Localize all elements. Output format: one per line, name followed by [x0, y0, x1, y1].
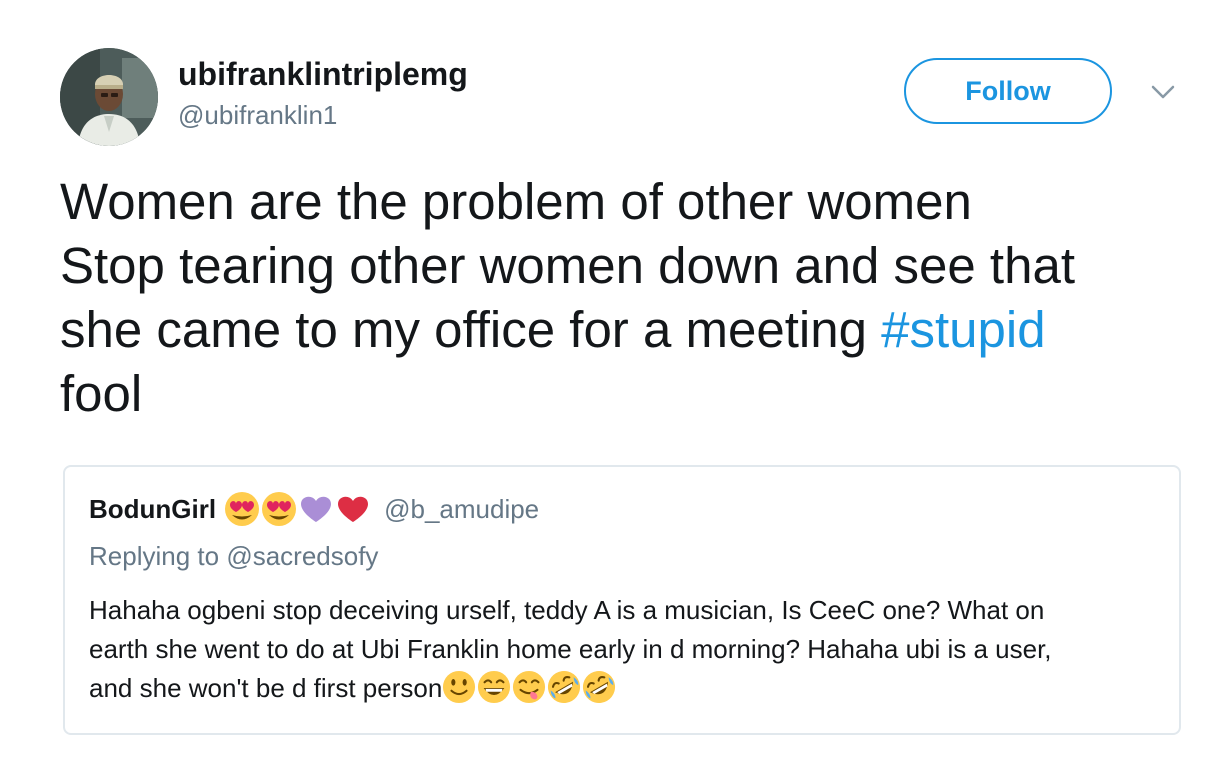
tweet-text-line: fool [60, 365, 143, 422]
profile-photo-icon [60, 48, 158, 146]
tweet-text: Women are the problem of other women Sto… [60, 170, 1200, 426]
quoted-body-line: Hahaha ogbeni stop deceiving urself, ted… [89, 595, 1045, 625]
purple-heart-icon [301, 496, 332, 522]
replying-to: Replying to @sacredsofy [89, 541, 378, 572]
name-emojis [224, 491, 372, 527]
chevron-down-icon[interactable] [1148, 80, 1178, 104]
quoted-tweet-card[interactable]: BodunGirl @b_amudipe Replying to @sacred… [63, 465, 1181, 735]
slightly-smiling-emoji-icon [443, 670, 476, 704]
body-emojis [442, 670, 617, 704]
yum-emoji-icon [513, 670, 546, 704]
tweet-text-line: Women are the problem of other women [60, 173, 972, 230]
avatar[interactable] [60, 48, 158, 146]
red-heart-icon [338, 496, 369, 522]
replying-to-mention[interactable]: @sacredsofy [226, 541, 378, 571]
quoted-author-handle[interactable]: @b_amudipe [384, 494, 539, 525]
quoted-body-line: earth she went to do at Ubi Franklin hom… [89, 634, 1052, 664]
quoted-body-line: and she won't be d first person [89, 669, 1159, 708]
heart-eyes-emoji-icon [262, 492, 297, 526]
follow-button[interactable]: Follow [904, 58, 1112, 124]
rofl-emoji-icon [583, 670, 616, 704]
hashtag-link[interactable]: #stupid [881, 301, 1045, 358]
quoted-body-fragment: and she won't be d first person [89, 673, 443, 703]
replying-to-label: Replying to [89, 541, 227, 571]
tweet-text-fragment: she came to my office for a meeting [60, 301, 882, 358]
author-display-name[interactable]: ubifranklintriplemg [178, 56, 468, 93]
heart-eyes-emoji-icon [225, 492, 260, 526]
grinning-squinting-emoji-icon [478, 670, 511, 704]
author-handle[interactable]: @ubifranklin1 [178, 100, 337, 131]
rofl-emoji-icon [548, 670, 581, 704]
quoted-tweet-body: Hahaha ogbeni stop deceiving urself, ted… [89, 591, 1159, 708]
tweet-text-line: Stop tearing other women down and see th… [60, 237, 1075, 294]
quoted-author-name[interactable]: BodunGirl [89, 494, 216, 525]
quoted-tweet-header: BodunGirl @b_amudipe [89, 491, 539, 527]
tweet-text-line: she came to my office for a meeting #stu… [60, 298, 1200, 362]
